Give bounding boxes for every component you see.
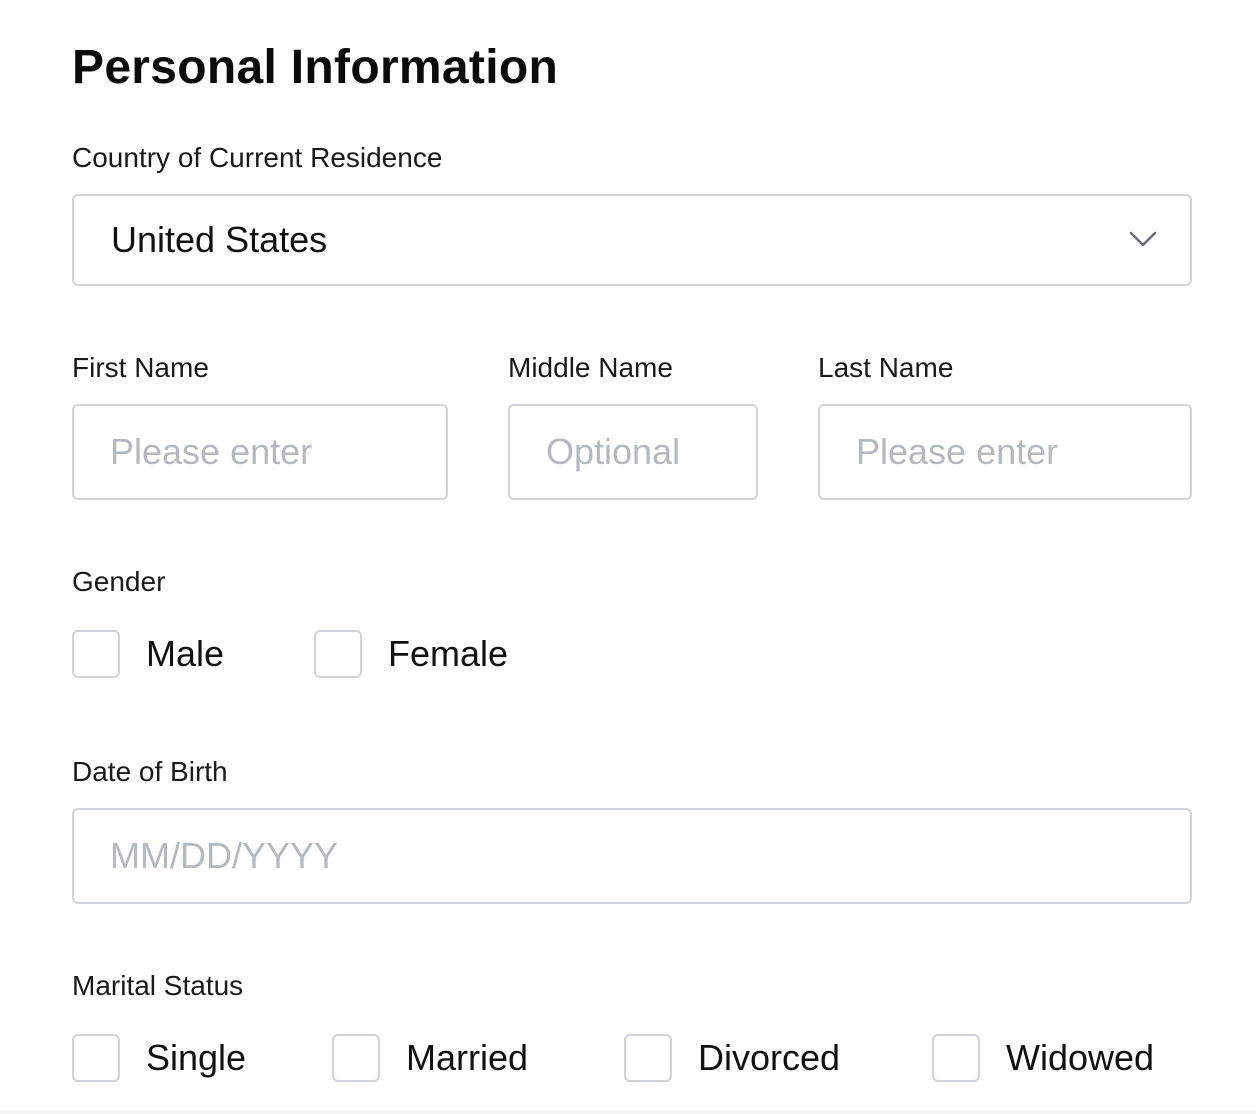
bottom-edge-shadow <box>0 1108 1256 1114</box>
male-option-label: Male <box>146 633 225 674</box>
divorced-checkbox[interactable] <box>624 1034 672 1082</box>
page-title: Personal Information <box>72 41 559 94</box>
gender-option-male[interactable]: Male <box>72 628 224 680</box>
country-label: Country of Current Residence <box>72 142 443 173</box>
first-name-label: First Name <box>72 352 209 383</box>
gender-label: Gender <box>72 566 166 597</box>
widowed-option-label: Widowed <box>1006 1037 1155 1078</box>
widowed-checkbox[interactable] <box>932 1034 980 1082</box>
divorced-option-label: Divorced <box>698 1037 841 1078</box>
first-name-field-box <box>72 404 448 500</box>
female-option-label: Female <box>388 633 509 674</box>
country-select[interactable]: United States <box>72 194 1192 286</box>
marital-option-married[interactable]: Married <box>332 1032 528 1084</box>
married-checkbox[interactable] <box>332 1034 380 1082</box>
marital-option-single[interactable]: Single <box>72 1032 246 1084</box>
date-of-birth-label: Date of Birth <box>72 756 228 787</box>
marital-status-label: Marital Status <box>72 970 244 1001</box>
date-of-birth-input[interactable] <box>74 810 1190 902</box>
single-checkbox[interactable] <box>72 1034 120 1082</box>
male-checkbox[interactable] <box>72 630 120 678</box>
date-of-birth-field-box <box>72 808 1192 904</box>
female-checkbox[interactable] <box>314 630 362 678</box>
chevron-down-icon <box>1129 231 1157 247</box>
married-option-label: Married <box>406 1037 529 1078</box>
middle-name-field-box <box>508 404 758 500</box>
last-name-label: Last Name <box>818 352 954 383</box>
marital-option-divorced[interactable]: Divorced <box>624 1032 840 1084</box>
last-name-field-box <box>818 404 1192 500</box>
middle-name-input[interactable] <box>510 406 756 498</box>
personal-information-form: Personal Information Country of Current … <box>72 0 1192 1114</box>
first-name-input[interactable] <box>74 406 446 498</box>
gender-option-female[interactable]: Female <box>314 628 508 680</box>
last-name-input[interactable] <box>820 406 1190 498</box>
marital-option-widowed[interactable]: Widowed <box>932 1032 1154 1084</box>
country-select-value: United States <box>111 219 328 260</box>
single-option-label: Single <box>146 1037 247 1078</box>
middle-name-label: Middle Name <box>508 352 673 383</box>
